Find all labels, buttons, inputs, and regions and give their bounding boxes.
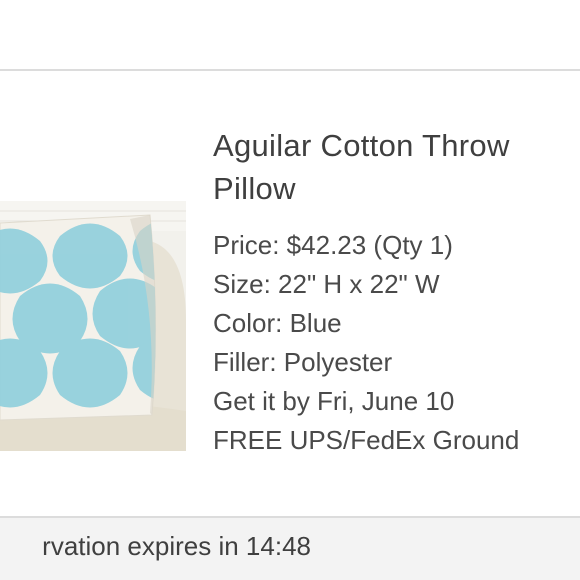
shipping-method: FREE UPS/FedEx Ground <box>213 425 520 455</box>
product-size: Size: 22" H x 22" W <box>213 269 440 299</box>
product-details-list: Price: $42.23 (Qty 1) Size: 22" H x 22" … <box>213 226 578 460</box>
product-color: Color: Blue <box>213 308 342 338</box>
product-filler: Filler: Polyester <box>213 347 393 377</box>
reservation-timer-bar: rvation expires in 14:48 <box>0 516 580 580</box>
product-image[interactable] <box>0 201 186 451</box>
delivery-date: Get it by Fri, June 10 <box>213 386 455 416</box>
pillow-photo <box>0 201 186 451</box>
cart-item-view: Aguilar Cotton Throw Pillow Price: $42.2… <box>0 0 580 580</box>
product-price: Price: $42.23 (Qty 1) <box>213 230 453 260</box>
top-divider <box>0 69 580 71</box>
reservation-timer-text: rvation expires in 14:48 <box>42 531 311 561</box>
product-title[interactable]: Aguilar Cotton Throw Pillow <box>213 124 573 210</box>
